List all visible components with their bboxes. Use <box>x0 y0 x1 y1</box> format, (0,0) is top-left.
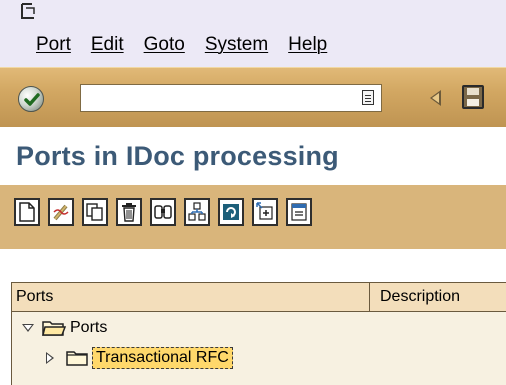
copy-icon[interactable] <box>82 198 108 226</box>
expand-node-icon[interactable] <box>46 352 54 364</box>
column-header-description[interactable]: Description <box>370 283 506 311</box>
tree-row[interactable]: Ports <box>12 314 506 344</box>
find-icon[interactable] <box>150 198 176 226</box>
application-toolbar <box>0 185 506 249</box>
where-used-icon[interactable] <box>184 198 210 226</box>
command-field[interactable] <box>80 84 382 112</box>
menu-edit[interactable]: Edit <box>91 34 124 56</box>
delete-icon[interactable] <box>116 198 142 226</box>
standard-toolbar <box>0 67 506 127</box>
menu-system[interactable]: System <box>205 34 268 56</box>
menu-bar: Port Edit Goto System Help <box>36 34 347 56</box>
menu-area: Port Edit Goto System Help <box>0 0 506 67</box>
change-icon[interactable] <box>48 198 74 226</box>
menu-help[interactable]: Help <box>288 34 327 56</box>
ports-tree: Ports Transactional RFC <box>11 312 506 385</box>
spacer <box>0 249 506 282</box>
back-icon[interactable] <box>430 90 441 106</box>
create-icon[interactable] <box>14 198 40 226</box>
enter-icon[interactable] <box>18 86 44 112</box>
refresh-icon[interactable] <box>218 198 244 226</box>
command-history-icon[interactable] <box>362 90 374 105</box>
save-icon[interactable] <box>462 85 484 109</box>
expand-icon[interactable] <box>252 198 278 226</box>
menu-port[interactable]: Port <box>36 34 71 56</box>
column-header-ports[interactable]: Ports <box>12 283 370 311</box>
title-bar: Ports in IDoc processing <box>0 127 506 185</box>
menu-goto[interactable]: Goto <box>144 34 185 56</box>
tree-row[interactable]: Transactional RFC <box>12 344 506 374</box>
tree-node-label[interactable]: Ports <box>70 319 107 337</box>
folder-icon <box>66 351 88 366</box>
folder-open-icon <box>42 321 66 336</box>
command-input[interactable] <box>81 85 381 111</box>
collapse-icon[interactable] <box>286 198 312 226</box>
sap-window-icon[interactable] <box>20 2 38 20</box>
page-title: Ports in IDoc processing <box>16 141 339 171</box>
tree-node-label-selected[interactable]: Transactional RFC <box>92 347 233 369</box>
tree-header: Ports Description <box>11 282 506 312</box>
collapse-node-icon[interactable] <box>22 324 34 332</box>
